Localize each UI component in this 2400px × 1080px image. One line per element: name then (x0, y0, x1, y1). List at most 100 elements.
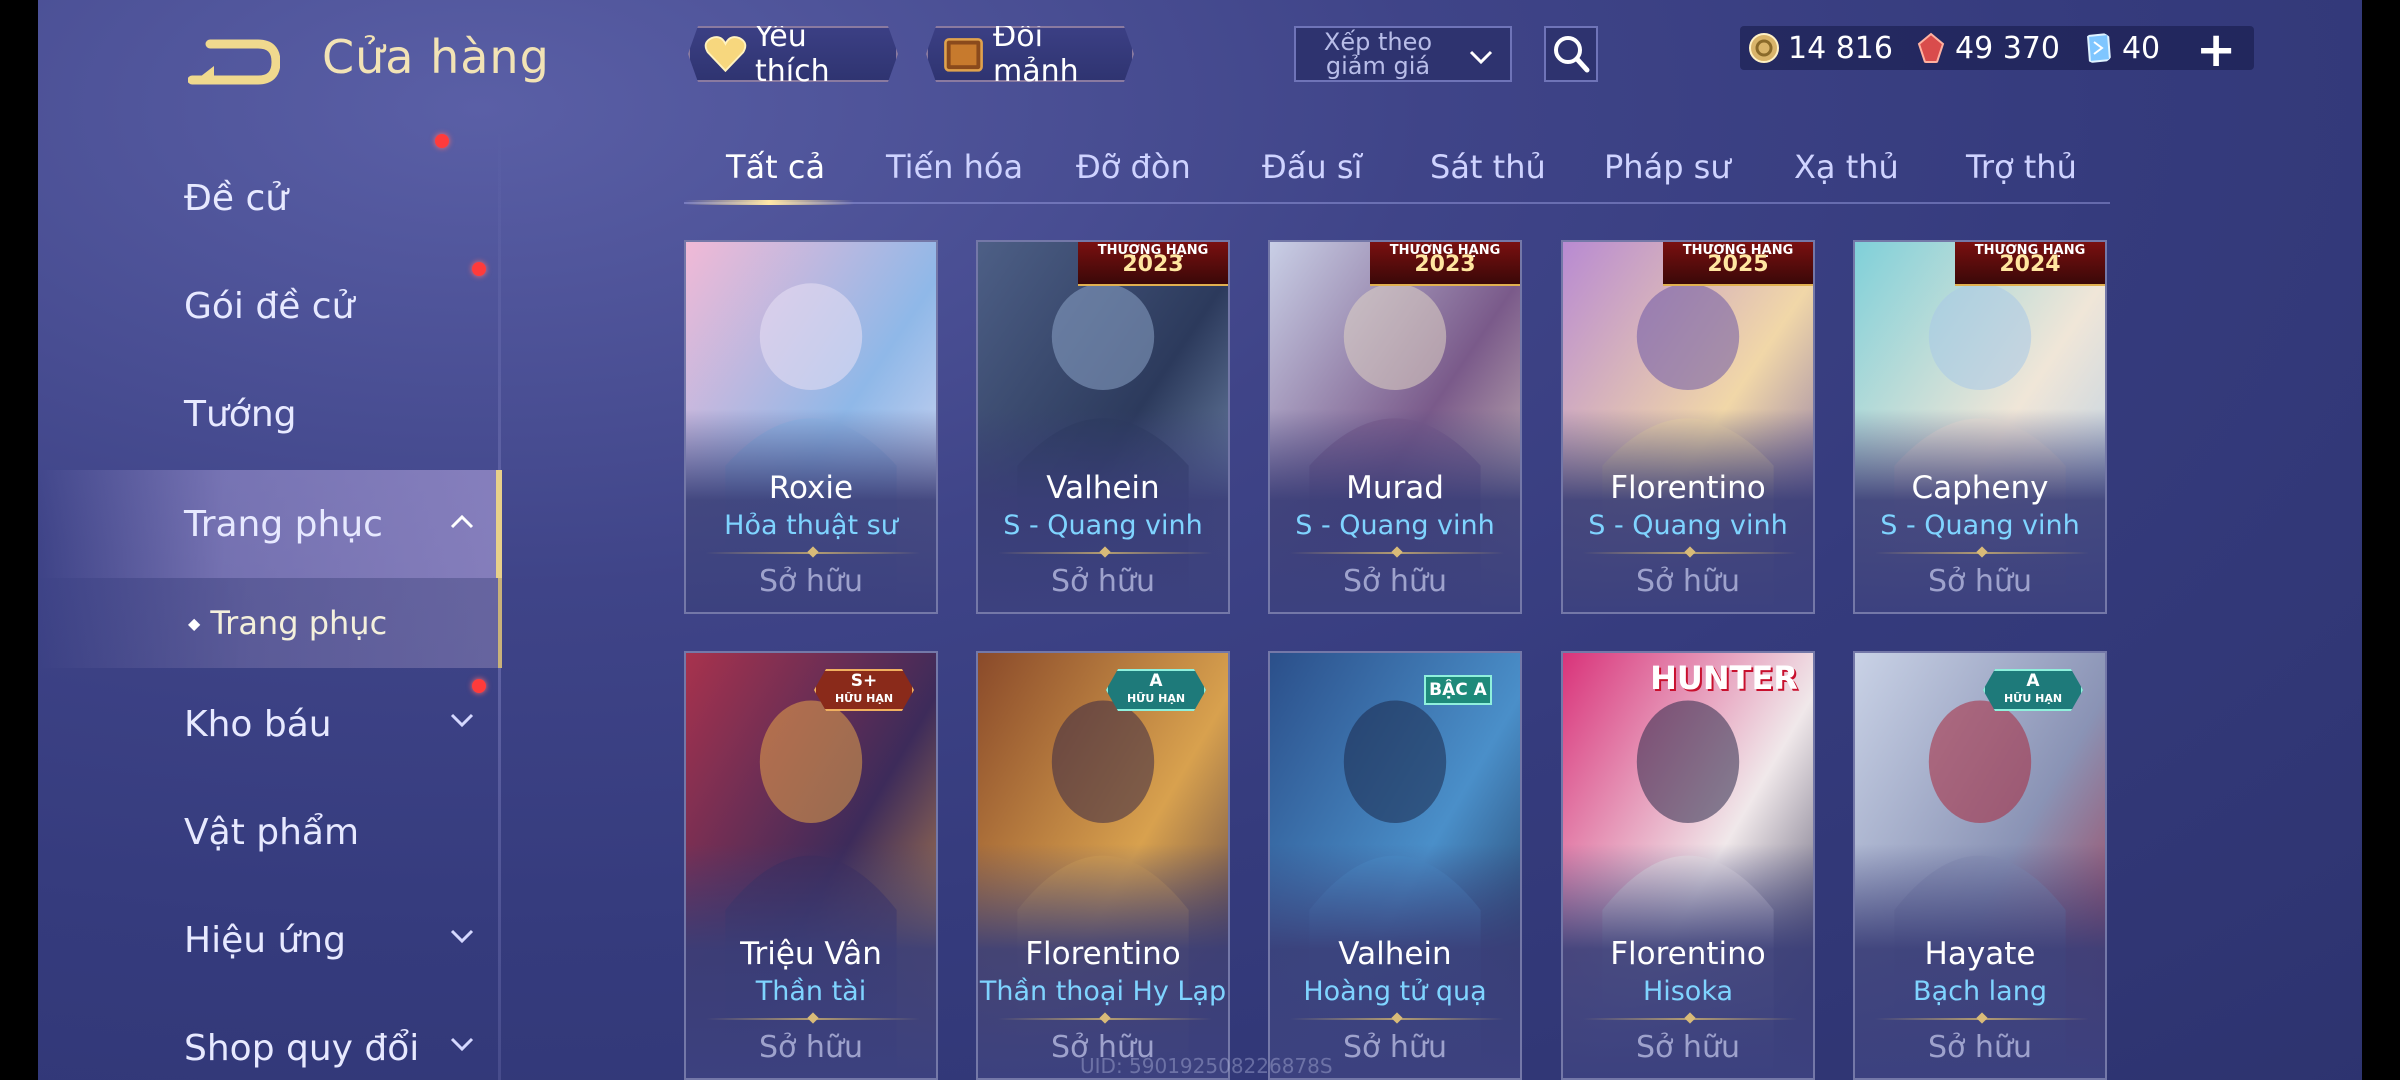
skin-name: S - Quang vinh (1295, 510, 1495, 541)
hero-name: Valhein (1046, 470, 1160, 506)
exchange-label: Đổi mảnh (993, 19, 1079, 89)
card-divider (998, 552, 1212, 554)
voucher-amount: 40 (2121, 30, 2161, 66)
sidebar-item-effects[interactable]: Hiệu ứng (38, 890, 502, 990)
sort-dropdown[interactable]: Xếp theo giảm giá (1294, 26, 1512, 82)
limited-tier-badge: A HỮU HẠN (1106, 669, 1206, 711)
screen-edge-right (2362, 0, 2400, 1080)
rank-year-badge: THƯỢNG HẠNG 2024 (1955, 242, 2105, 286)
tab-evolution[interactable]: Tiến hóa (886, 148, 1023, 186)
owned-status: Sở hữu (1636, 1030, 1740, 1065)
diamond-bullet-icon: ◆ (188, 613, 201, 633)
owned-status: Sở hữu (1928, 564, 2032, 599)
skin-card[interactable]: Florentino S - Quang vinh Sở hữu THƯỢNG HẠN… (1561, 240, 1815, 614)
tab-fighter[interactable]: Đấu sĩ (1262, 148, 1362, 186)
hero-name: Florentino (1025, 936, 1181, 972)
skin-card[interactable]: Valhein S - Quang vinh Sở hữu THƯỢNG HẠNG 20… (976, 240, 1230, 614)
skin-card[interactable]: Capheny S - Quang vinh Sở hữu THƯỢNG HẠNG 20… (1853, 240, 2107, 614)
chevron-down-icon (450, 1037, 474, 1052)
favorites-button[interactable]: Yêu thích (688, 26, 898, 82)
card-divider (1875, 552, 2089, 554)
add-currency-button[interactable]: + (2196, 22, 2236, 78)
search-button[interactable] (1544, 26, 1598, 82)
rank-year: 2023 (1414, 252, 1476, 277)
owned-status: Sở hữu (759, 564, 863, 599)
tab-all[interactable]: Tất cả (726, 148, 825, 186)
hero-name: Valhein (1338, 936, 1452, 972)
skin-card[interactable]: Florentino Hisoka Sở hữu HUNTER (1561, 651, 1815, 1080)
skin-card[interactable]: Hayate Bạch lang Sở hữu A HỮU HẠN (1853, 651, 2107, 1080)
sidebar-item-label: Vật phẩm (184, 811, 360, 853)
skin-name: Hỏa thuật sư (724, 510, 898, 541)
sidebar-item-recommended-packs[interactable]: Gói đề cử (38, 134, 502, 356)
card-divider (706, 552, 920, 554)
owned-status: Sở hữu (1051, 564, 1155, 599)
rank-year-badge: THƯỢNG HẠNG 2023 (1370, 242, 1520, 286)
card-divider (1290, 1018, 1504, 1020)
limited-label: HỮU HẠN (1126, 692, 1186, 705)
sidebar-subitem-skins[interactable]: ◆ Trang phục (38, 578, 502, 668)
card-divider (1583, 552, 1797, 554)
sidebar-item-label: Gói đề cử (184, 285, 355, 327)
sidebar-item-label: Tướng (184, 393, 297, 435)
sidebar-item-exchange-shop[interactable]: Shop quy đổi (38, 998, 502, 1080)
favorites-label: Yêu thích (754, 19, 830, 89)
back-arrow-icon[interactable] (188, 36, 280, 86)
sidebar-item-items[interactable]: Vật phẩm (38, 782, 502, 882)
skin-card[interactable]: Florentino Thần thoại Hy Lạp Sở hữu A HỮU HẠ… (976, 651, 1230, 1080)
tab-tank[interactable]: Đỡ đòn (1076, 148, 1191, 186)
gold-coin-icon (1749, 33, 1779, 63)
sidebar-item-label: Kho báu (184, 703, 332, 745)
card-divider (706, 1018, 920, 1020)
sidebar-item-recommended[interactable]: Đề cử (38, 148, 502, 248)
skin-card[interactable]: Valhein Hoàng tử quạ Sở hữu BẬC A (1268, 651, 1522, 1080)
sidebar-item-label: Trang phục (184, 503, 383, 545)
skin-card[interactable]: Murad S - Quang vinh Sở hữu THƯỢNG HẠNG 2023 (1268, 240, 1522, 614)
rank-year: 2023 (1122, 252, 1184, 277)
owned-status: Sở hữu (1636, 564, 1740, 599)
hero-name: Hayate (1924, 936, 2036, 972)
page-title: Cửa hàng (322, 30, 550, 84)
limited-label: HỮU HẠN (834, 692, 894, 705)
card-divider (1583, 1018, 1797, 1020)
owned-status: Sở hữu (1343, 564, 1447, 599)
screen-edge-left (0, 0, 38, 1080)
tab-marksman[interactable]: Xạ thủ (1794, 148, 1899, 186)
owned-status: Sở hữu (759, 1030, 863, 1065)
skin-card[interactable]: Triệu Vân Thần tài Sở hữu S+ HỮU HẠN (684, 651, 938, 1080)
skin-name: Thần thoại Hy Lạp (979, 976, 1227, 1007)
sidebar: Đề cử Gói đề cử Tướng Trang phục ◆ Trang… (38, 130, 502, 1080)
gem-amount: 49 370 (1954, 30, 2060, 66)
limited-tier-badge: A HỮU HẠN (1983, 669, 2083, 711)
gem-currency: 49 370 (1915, 31, 2060, 66)
tab-assassin[interactable]: Sát thủ (1430, 148, 1546, 186)
card-divider (1875, 1018, 2089, 1020)
exchange-shards-button[interactable]: Đổi mảnh (926, 26, 1134, 82)
hero-name: Triệu Vân (740, 936, 882, 972)
sort-label: Xếp theo giảm giá (1323, 28, 1433, 80)
limited-label: HỮU HẠN (2003, 692, 2063, 705)
active-tab-indicator (684, 200, 854, 205)
voucher-currency: 40 (2082, 31, 2160, 66)
tab-support[interactable]: Trợ thủ (1966, 148, 2077, 186)
hero-name: Murad (1346, 470, 1444, 506)
tier-label: A (2026, 671, 2040, 691)
notification-dot (435, 134, 449, 148)
chevron-down-icon (450, 713, 474, 728)
sidebar-item-label: Đề cử (184, 177, 289, 219)
sidebar-item-skins[interactable]: Trang phục (38, 470, 502, 578)
skin-card[interactable]: Roxie Hỏa thuật sư Sở hữu (684, 240, 938, 614)
gold-currency: 14 816 (1748, 31, 1893, 66)
owned-status: Sở hữu (1928, 1030, 2032, 1065)
rank-year-badge: THƯỢNG HẠNG 2023 (1078, 242, 1228, 286)
notification-dot (472, 679, 486, 693)
skin-name: S - Quang vinh (1003, 510, 1203, 541)
skin-name: Bạch lang (1913, 976, 2047, 1007)
sidebar-item-treasure[interactable]: Kho báu (38, 674, 502, 774)
tier-label: S+ (850, 671, 878, 691)
skin-name: Thần tài (755, 976, 867, 1007)
tab-mage[interactable]: Pháp sư (1604, 148, 1731, 186)
user-id: UID: 590192508226878S (1080, 1054, 1333, 1078)
sidebar-item-heroes[interactable]: Tướng (38, 364, 502, 464)
sidebar-item-label: Hiệu ứng (184, 919, 346, 961)
